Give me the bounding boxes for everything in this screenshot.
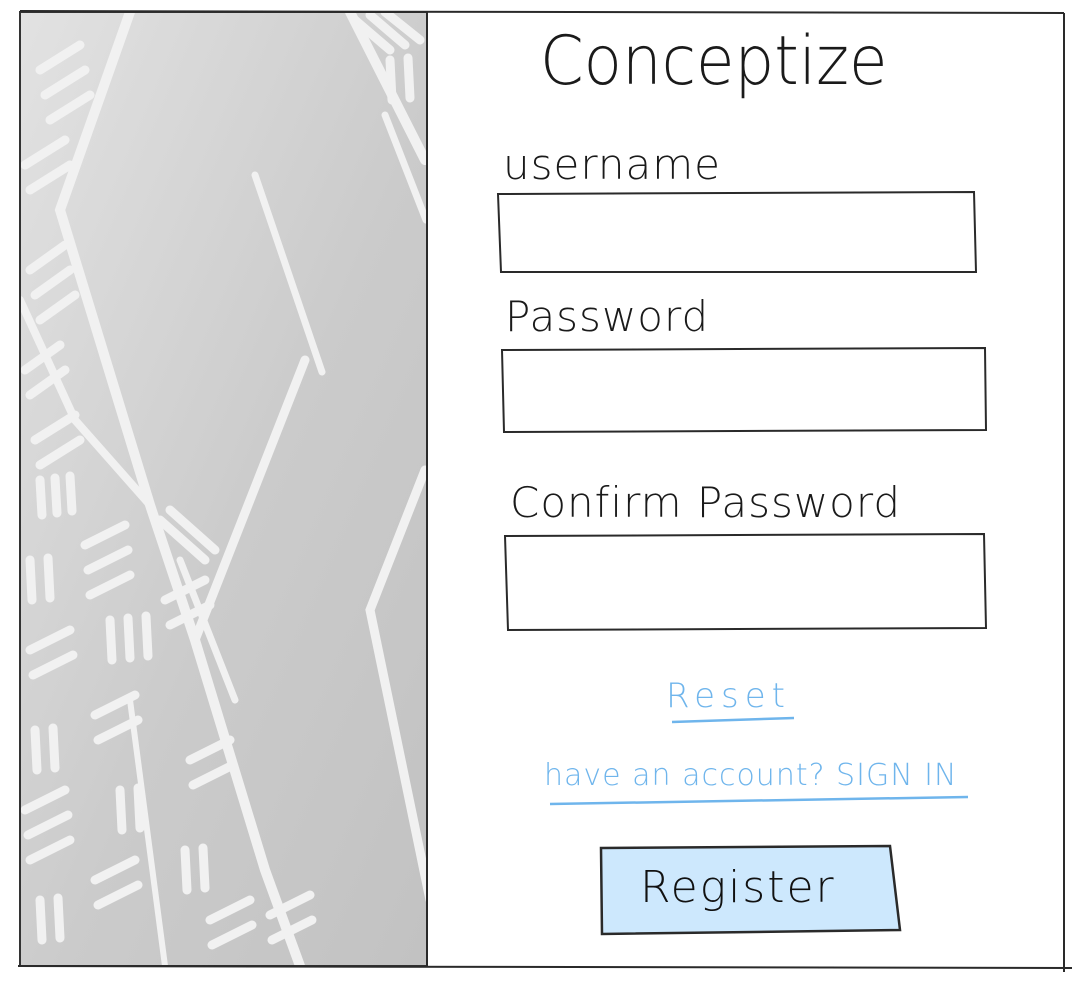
reset-link[interactable]: Reset (666, 676, 791, 716)
password-label: Password (505, 292, 710, 341)
sign-in-link[interactable]: have an account? SIGN IN (544, 758, 957, 793)
register-button[interactable] (602, 850, 896, 932)
confirm-password-label: Confirm Password (510, 478, 902, 527)
username-label: username (503, 140, 721, 189)
confirm-password-input[interactable] (507, 536, 985, 628)
username-input[interactable] (500, 194, 976, 272)
register-page: Conceptize username Password Confirm Pas… (0, 0, 1086, 984)
hero-image-panel (19, 11, 428, 967)
app-title: Conceptize (540, 22, 888, 101)
password-input[interactable] (503, 350, 985, 430)
